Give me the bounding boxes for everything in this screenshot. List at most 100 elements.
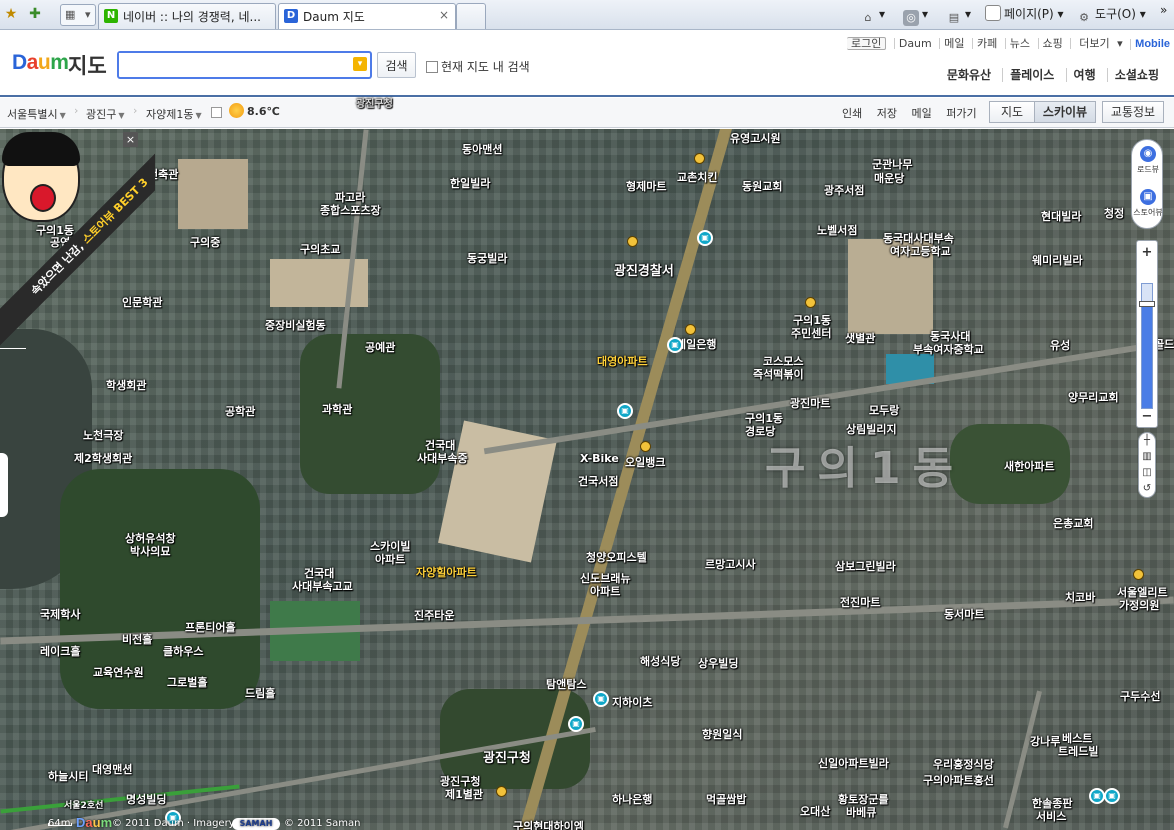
page-menu[interactable]: 페이지(P) ▾	[985, 4, 1064, 24]
bus-stop-icon[interactable]: ▣	[1089, 788, 1105, 804]
map-label[interactable]: 공예관	[365, 339, 395, 355]
search-button[interactable]: 검색	[377, 52, 416, 78]
map-label[interactable]: 형제마트	[626, 178, 666, 194]
daum-logo[interactable]: Daum	[12, 51, 69, 75]
distance-tool-icon[interactable]: ┼	[1139, 433, 1155, 449]
map-label[interactable]: 노천극장	[83, 427, 123, 443]
map-label[interactable]: 아파트	[375, 551, 405, 567]
side-panel-toggle[interactable]	[0, 453, 8, 517]
roadview-icon[interactable]: ◉	[1140, 146, 1156, 162]
map-label[interactable]: 대영아파트	[597, 353, 648, 369]
map-label[interactable]: 과학관	[322, 401, 352, 417]
map-label[interactable]: 광진경찰서	[614, 260, 674, 279]
map-label[interactable]: 우리홍정식당	[933, 756, 994, 772]
map-label[interactable]: 구두수선	[1120, 688, 1160, 704]
tab-traffic[interactable]: 교통정보	[1102, 101, 1164, 123]
map-label[interactable]: 강나루	[1030, 733, 1060, 749]
map-label[interactable]: 여자고등학교	[890, 243, 951, 259]
location-dong[interactable]: 자양제1동 ▼	[146, 106, 202, 122]
map-label[interactable]: 중장비실험동	[265, 317, 326, 333]
home-button[interactable]: ⌂ ▾	[860, 4, 886, 24]
map-label[interactable]: 클하우스	[163, 643, 203, 659]
tab-skyview[interactable]: 스카이뷰	[1034, 101, 1096, 123]
map-label[interactable]: 제2학생회관	[74, 450, 132, 466]
map-label[interactable]: 사대부속중	[417, 450, 468, 466]
map-label[interactable]: 교육연수원	[93, 664, 144, 680]
map-label[interactable]: 하나은행	[612, 791, 652, 807]
map-label[interactable]: 아파트	[590, 583, 620, 599]
bus-stop-icon[interactable]: ▣	[617, 403, 633, 419]
bus-stop-icon[interactable]: ▣	[667, 337, 683, 353]
map-label[interactable]: 웨미리빌라	[1032, 252, 1083, 268]
map-label[interactable]: 노벨서점	[817, 222, 857, 238]
feeds-button[interactable]: ◎ ▾	[903, 4, 928, 26]
map-label[interactable]: 교촌치킨	[677, 169, 717, 185]
map-label[interactable]: 국제학사	[40, 606, 80, 622]
map-label[interactable]: 학생회관	[106, 377, 146, 393]
favorites-star-icon[interactable]: ★	[2, 5, 20, 23]
map-label[interactable]: 비전홀	[122, 631, 152, 647]
link-daum[interactable]: Daum	[893, 38, 936, 49]
parking-marker-icon[interactable]	[496, 786, 507, 797]
map-label[interactable]: 동서마트	[944, 606, 984, 622]
zoom-out-button[interactable]: −	[1139, 409, 1155, 425]
map-label[interactable]: 유영고시원	[730, 130, 781, 146]
tab-list-icon[interactable]: ▾	[85, 8, 91, 21]
new-tab-button[interactable]	[456, 3, 486, 29]
close-icon[interactable]: ×	[123, 132, 138, 147]
radius-tool-icon[interactable]: ◫	[1139, 465, 1155, 481]
map-label[interactable]: 새한아파트	[1004, 458, 1055, 474]
bus-stop-icon[interactable]: ▣	[697, 230, 713, 246]
map-label[interactable]: 부속여자중학교	[913, 341, 984, 357]
map-label[interactable]: 자양힐아파트	[416, 564, 477, 580]
map-label[interactable]: 대영맨션	[92, 761, 132, 777]
map-label[interactable]: 상림빌리지	[846, 421, 897, 437]
link-heritage[interactable]: 문화유산	[940, 68, 998, 82]
zoom-in-button[interactable]: +	[1139, 245, 1155, 261]
map-label[interactable]: 유성	[1050, 337, 1070, 353]
poi-marker-icon[interactable]	[805, 297, 816, 308]
map-label[interactable]: 트레드빌	[1058, 743, 1098, 759]
map-label[interactable]: 치코바	[1065, 589, 1095, 605]
save-map-button[interactable]: 저장	[877, 107, 897, 120]
link-mail[interactable]: 메일	[939, 38, 968, 49]
tab-daum[interactable]: D Daum 지도 ×	[278, 3, 456, 29]
mail-map-button[interactable]: 메일	[912, 107, 932, 120]
tab-naver[interactable]: N 네이버 :: 나의 경쟁력, 네...	[98, 3, 276, 29]
zoom-slider[interactable]	[1139, 283, 1155, 409]
zoom-slider-knob[interactable]	[1139, 301, 1155, 307]
link-news[interactable]: 뉴스	[1004, 38, 1034, 49]
map-label[interactable]: 드림홀	[245, 685, 275, 701]
area-tool-icon[interactable]: ▥	[1139, 449, 1155, 465]
map-label[interactable]: 명성빌딩	[126, 791, 166, 807]
map-label[interactable]: 르망고시사	[705, 556, 756, 572]
quick-tabs-button[interactable]: ▦ ▾	[60, 4, 96, 26]
map-label[interactable]: 구의아파트홍선	[923, 772, 994, 788]
map-label[interactable]: 전진마트	[840, 594, 880, 610]
bus-stop-icon[interactable]: ▣	[1104, 788, 1120, 804]
print-button[interactable]: ▤ ▾	[946, 4, 971, 24]
map-label[interactable]: 즉석떡볶이	[753, 366, 804, 382]
map-label[interactable]: 구의중	[190, 234, 220, 250]
map-label[interactable]: 삼보그린빌라	[835, 558, 896, 574]
location-district[interactable]: 광진구 ▼	[86, 106, 125, 122]
link-travel[interactable]: 여행	[1065, 68, 1103, 82]
map-label[interactable]: 프론티어홀	[185, 619, 236, 635]
map-label[interactable]: 현대빌라	[1041, 208, 1081, 224]
satellite-map[interactable]: 구의1동 유영고시원 동아맨션 교촌치킨 동원교회 광주서점 군관나무 매운당 …	[0, 129, 1174, 830]
link-mobile[interactable]: Mobile	[1130, 39, 1174, 50]
bus-stop-icon[interactable]: ▣	[568, 716, 584, 732]
storeview-promo-banner[interactable]: 속았으면 난감, 스토어뷰 BEST 3 ×	[0, 129, 155, 349]
search-input[interactable]	[119, 53, 349, 75]
map-label[interactable]: 신일아파트빌라	[818, 755, 889, 771]
map-label[interactable]: 진주타운	[414, 607, 454, 623]
add-favorite-icon[interactable]: ✚	[26, 5, 44, 23]
map-label[interactable]: 동궁빌라	[467, 250, 507, 266]
police-marker-icon[interactable]	[627, 236, 638, 247]
map-label[interactable]: 사대부속고교	[292, 578, 353, 594]
map-label[interactable]: 공학관	[225, 403, 255, 419]
map-label[interactable]: 건국서점	[578, 473, 618, 489]
print-map-button[interactable]: 인쇄	[842, 107, 862, 120]
bus-stop-icon[interactable]: ▣	[593, 691, 609, 707]
map-label[interactable]: X-Bike	[580, 452, 619, 465]
